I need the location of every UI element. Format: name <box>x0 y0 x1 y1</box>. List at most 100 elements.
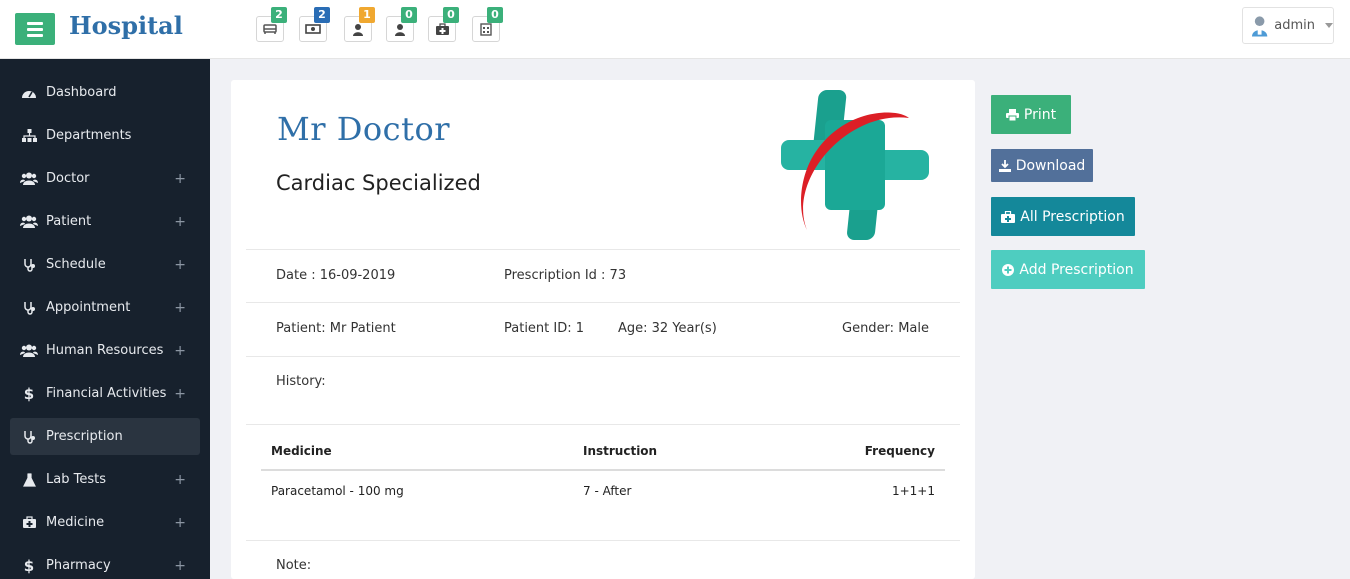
sidebar-item-pharmacy[interactable]: $ Pharmacy + <box>10 547 200 579</box>
sidebar-item-label: Lab Tests <box>46 472 106 487</box>
patient-name: Patient: Mr Patient <box>276 321 396 336</box>
sidebar-item-doctor[interactable]: Doctor + <box>10 160 200 197</box>
expand-icon: + <box>174 471 186 488</box>
download-label: Download <box>1015 157 1086 174</box>
hospital-notification[interactable]: 0 <box>472 7 503 42</box>
sidebar-item-schedule[interactable]: Schedule + <box>10 246 200 283</box>
table-header-divider <box>261 469 945 471</box>
add-prescription-label: Add Prescription <box>1019 261 1134 278</box>
top-header: Hospital 2 2 1 0 0 0 admin <box>0 0 1350 59</box>
notification-badge: 2 <box>271 7 287 23</box>
divider <box>246 424 960 425</box>
sidebar-item-lab-tests[interactable]: Lab Tests + <box>10 461 200 498</box>
patient-id: Patient ID: 1 <box>504 321 585 336</box>
bed-notification[interactable]: 2 <box>256 7 287 42</box>
flask-icon <box>20 472 38 487</box>
frequency-column-header: Frequency <box>864 444 935 458</box>
doctor-notification[interactable]: 0 <box>386 7 417 42</box>
doctor-avatar-icon <box>1251 15 1268 37</box>
all-prescription-label: All Prescription <box>1020 208 1125 225</box>
expand-icon: + <box>174 342 186 359</box>
user-icon <box>353 23 363 36</box>
print-label: Print <box>1023 106 1057 123</box>
brand-logo-text[interactable]: Hospital <box>69 11 183 40</box>
sidebar-item-financial-activities[interactable]: $ Financial Activities + <box>10 375 200 412</box>
menu-bar <box>27 27 43 31</box>
plus-circle-icon <box>1002 263 1015 276</box>
medical-cross-logo <box>781 90 929 240</box>
print-button[interactable]: Print <box>991 95 1071 134</box>
users-icon <box>20 172 38 185</box>
all-prescription-button[interactable]: All Prescription <box>991 197 1135 236</box>
instruction-cell: 7 - After <box>583 484 632 498</box>
menu-bar <box>27 33 43 37</box>
stethoscope-icon <box>20 258 38 272</box>
prescription-id: Prescription Id : 73 <box>504 268 627 283</box>
divider <box>246 356 960 357</box>
expand-icon: + <box>174 170 186 187</box>
medkit-icon <box>1001 210 1016 223</box>
sidebar-item-label: Medicine <box>46 515 105 530</box>
sidebar-item-label: Pharmacy <box>46 558 111 573</box>
user-dropdown[interactable]: admin <box>1242 7 1334 44</box>
sidebar-item-label: Departments <box>46 128 132 143</box>
sidebar-item-medicine[interactable]: Medicine + <box>10 504 200 541</box>
menu-toggle-button[interactable] <box>15 13 55 45</box>
notification-badge: 2 <box>314 7 330 23</box>
sitemap-icon <box>20 129 38 142</box>
medicine-cell: Paracetamol - 100 mg <box>271 484 404 498</box>
patient-age: Age: 32 Year(s) <box>618 321 717 336</box>
prescription-card: Mr Doctor Cardiac Specialized Date : 16-… <box>231 80 975 579</box>
dollar-icon: $ <box>23 384 35 403</box>
sidebar-item-label: Financial Activities <box>46 386 167 401</box>
notification-badge: 1 <box>359 7 375 23</box>
expand-icon: + <box>174 385 186 402</box>
add-prescription-button[interactable]: Add Prescription <box>991 250 1145 289</box>
expand-icon: + <box>174 256 186 273</box>
sidebar-item-label: Schedule <box>46 257 106 272</box>
medicine-column-header: Medicine <box>271 444 332 458</box>
sidebar-item-label: Human Resources <box>46 343 164 358</box>
note-label: Note: <box>276 558 312 573</box>
divider <box>246 540 960 541</box>
patient-notification[interactable]: 1 <box>344 7 375 42</box>
notification-badge: 0 <box>487 7 503 23</box>
sidebar: Dashboard Departments Doctor + Patient +… <box>0 59 210 579</box>
sidebar-item-prescription[interactable]: Prescription <box>10 418 200 455</box>
doctor-specialization: Cardiac Specialized <box>276 171 481 195</box>
medkit-icon <box>435 22 449 35</box>
bed-icon <box>263 24 277 34</box>
sidebar-item-label: Patient <box>46 214 92 229</box>
notification-badge: 0 <box>443 7 459 23</box>
users-icon <box>20 215 38 228</box>
doctor-name: Mr Doctor <box>277 110 450 148</box>
medkit-notification[interactable]: 0 <box>428 7 459 42</box>
sidebar-item-departments[interactable]: Departments <box>10 117 200 154</box>
history-label: History: <box>276 374 326 389</box>
user-icon <box>395 23 405 36</box>
divider <box>246 302 960 303</box>
print-icon <box>1005 108 1019 121</box>
menu-bar <box>27 21 43 25</box>
download-icon <box>998 159 1011 172</box>
prescription-date: Date : 16-09-2019 <box>276 268 396 283</box>
sidebar-item-appointment[interactable]: Appointment + <box>10 289 200 326</box>
stethoscope-icon <box>20 301 38 315</box>
patient-gender: Gender: Male <box>842 321 929 336</box>
notification-badge: 0 <box>401 7 417 23</box>
chevron-down-icon <box>1325 23 1333 28</box>
download-button[interactable]: Download <box>991 149 1093 182</box>
sidebar-item-patient[interactable]: Patient + <box>10 203 200 240</box>
expand-icon: + <box>174 514 186 531</box>
sidebar-item-label: Appointment <box>46 300 131 315</box>
instruction-column-header: Instruction <box>583 444 658 458</box>
sidebar-item-dashboard[interactable]: Dashboard <box>10 74 200 111</box>
expand-icon: + <box>174 557 186 574</box>
sidebar-item-label: Doctor <box>46 171 90 186</box>
payment-notification[interactable]: 2 <box>299 7 330 42</box>
sidebar-item-human-resources[interactable]: Human Resources + <box>10 332 200 369</box>
user-name: admin <box>1274 18 1315 33</box>
money-icon <box>305 24 321 34</box>
users-icon <box>20 344 38 357</box>
frequency-cell: 1+1+1 <box>891 484 935 498</box>
